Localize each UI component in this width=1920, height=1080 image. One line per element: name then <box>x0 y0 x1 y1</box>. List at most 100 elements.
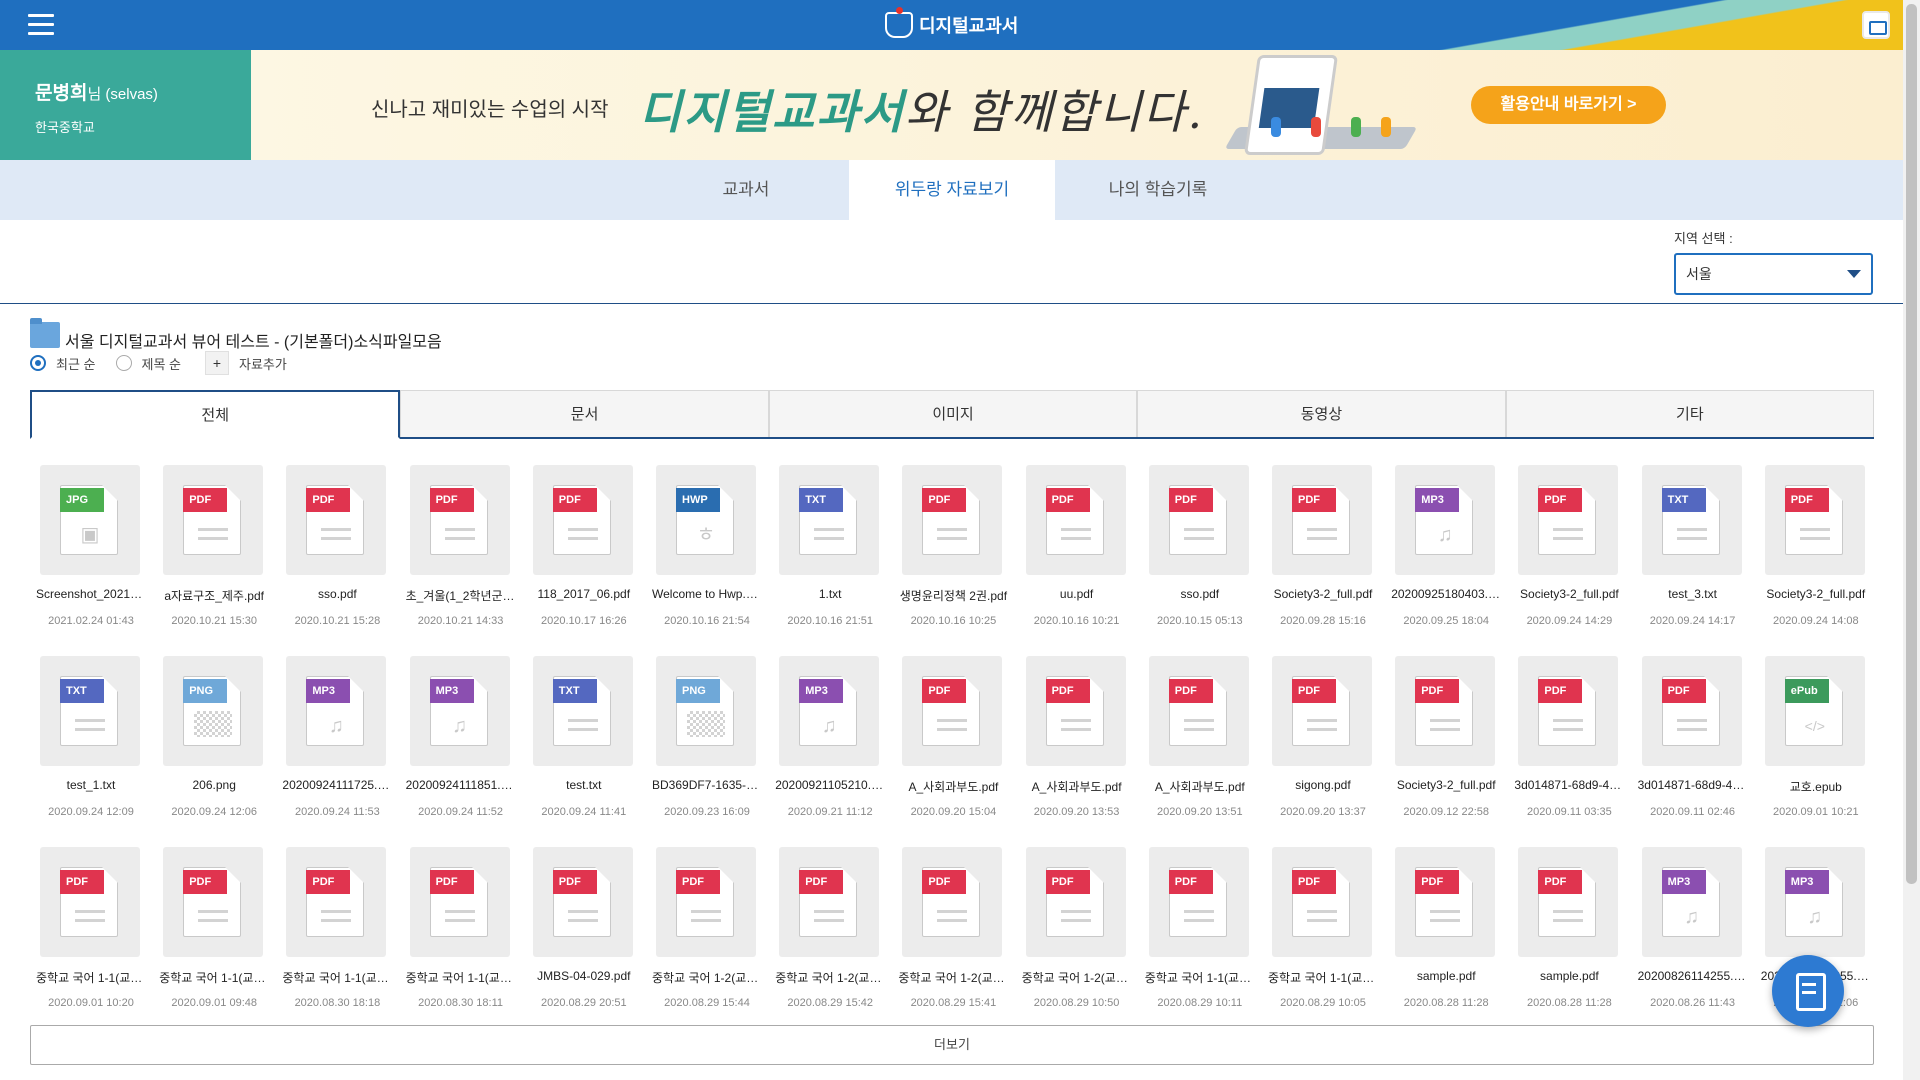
category-tab-video[interactable]: 동영상 <box>1137 390 1506 437</box>
file-item[interactable]: PDF 중학교 국어 1-1(교사용).pdf 2020.08.29 10:11 <box>1139 847 1261 1019</box>
file-pdf-icon: PDF <box>306 867 365 937</box>
category-tab-all[interactable]: 전체 <box>30 390 401 439</box>
viewer-app-icon[interactable] <box>1862 11 1890 39</box>
load-more-button[interactable]: 더보기 <box>30 1025 1874 1065</box>
file-item[interactable]: PDF 중학교 국어 1-1(교사용).pdf 2020.08.30 18:11 <box>400 847 522 1019</box>
file-thumbnail: PDF <box>1272 656 1372 766</box>
book-viewer-icon[interactable] <box>1772 955 1844 1027</box>
file-thumbnail: PDF <box>1641 656 1742 766</box>
file-item[interactable]: PDF 초_겨울(1_2학년군).pdf 2020.10.21 14:33 <box>400 465 522 637</box>
file-pdf-icon: PDF <box>1538 676 1597 746</box>
app-logo[interactable]: 디지털교과서 <box>885 7 1018 40</box>
file-item[interactable]: PDF sso.pdf 2020.10.15 05:13 <box>1139 465 1261 637</box>
file-glyph: ♫ <box>1437 524 1453 546</box>
file-glyph <box>198 910 229 922</box>
file-name: sample.pdf <box>1540 969 1599 983</box>
file-thumbnail: PDF <box>1148 847 1249 957</box>
sort-recent-label[interactable]: 최근 순 <box>56 354 96 373</box>
file-item[interactable]: TXT test_1.txt 2020.09.24 12:09 <box>30 656 152 828</box>
file-name: 중학교 국어 1-1(교사용).pdf <box>1144 971 1261 985</box>
file-item[interactable]: PDF a자료구조_제주.pdf 2020.10.21 15:30 <box>153 465 275 637</box>
file-item[interactable]: PDF 중학교 국어 1-1(교사용).pdf 2020.09.01 10:20 <box>30 847 152 1019</box>
file-item[interactable]: MP3 ♫ 20200924111851.mp3 2020.09.24 11:52 <box>400 656 522 828</box>
tab-learning-record[interactable]: 나의 학습기록 <box>1055 160 1261 220</box>
file-item[interactable]: PDF 3d014871-68d9-4b.pdf 2020.09.11 03:35 <box>1508 656 1630 828</box>
scrollbar[interactable] <box>1903 0 1920 1080</box>
file-item[interactable]: TXT 1.txt 2020.10.16 21:51 <box>769 465 891 637</box>
file-item[interactable]: PDF 중학교 국어 1-2(교사용).pdf 2020.08.29 15:44 <box>646 847 768 1019</box>
file-thumbnail: TXT <box>40 656 140 766</box>
file-item[interactable]: PDF Society3-2_full.pdf 2020.09.12 22:58 <box>1385 656 1507 828</box>
file-item[interactable]: PDF A_사회과부도.pdf 2020.09.20 13:53 <box>1016 656 1138 828</box>
file-item[interactable]: PDF 중학교 국어 1-1(교사용).pdf 2020.08.30 18:18 <box>276 847 398 1019</box>
file-item[interactable]: TXT test_3.txt 2020.09.24 14:17 <box>1632 465 1754 637</box>
file-item[interactable]: PDF sample.pdf 2020.08.28 11:28 <box>1385 847 1507 1019</box>
file-thumbnail: TXT <box>779 465 880 575</box>
file-item[interactable]: PDF JMBS-04-029.pdf 2020.08.29 20:51 <box>523 847 645 1019</box>
category-tab-etc[interactable]: 기타 <box>1505 390 1875 437</box>
file-item[interactable]: PDF Society3-2_full.pdf 2020.09.24 14:08 <box>1755 465 1877 637</box>
file-item[interactable]: MP3 ♫ 20200924111725.mp3 2020.09.24 11:53 <box>276 656 398 828</box>
file-epub-icon: ePub </> <box>1784 676 1843 746</box>
usage-guide-button[interactable]: 활용안내 바로가기 > <box>1471 86 1666 124</box>
file-item[interactable]: PDF uu.pdf 2020.10.16 10:21 <box>1016 465 1138 637</box>
file-glyph <box>1430 910 1461 922</box>
hamburger-menu-icon[interactable] <box>28 14 54 36</box>
file-item[interactable]: PDF Society3-2_full.pdf 2020.09.24 14:29 <box>1508 465 1630 637</box>
file-item[interactable]: ePub </> 교호.epub 2020.09.01 10:21 <box>1755 656 1877 828</box>
add-material-button[interactable]: + <box>205 351 229 375</box>
logo-icon <box>885 7 913 38</box>
file-type-tag: PDF <box>1168 679 1213 703</box>
file-date: 2020.08.29 20:51 <box>540 997 627 1009</box>
user-name: 문병희 <box>35 83 88 104</box>
file-item[interactable]: PDF sample.pdf 2020.08.28 11:28 <box>1508 847 1630 1019</box>
file-date: 2020.08.30 18:18 <box>294 997 381 1009</box>
file-date: 2020.09.20 13:53 <box>1033 806 1120 818</box>
region-select[interactable]: 서울 <box>1674 253 1873 295</box>
file-pdf-icon: PDF <box>1784 485 1843 555</box>
file-item[interactable]: PDF A_사회과부도.pdf 2020.09.20 13:51 <box>1139 656 1261 828</box>
file-name: 20200826114255.mp3 <box>1637 969 1754 983</box>
sort-recent-radio[interactable] <box>30 355 46 371</box>
kid-figure <box>1381 117 1391 137</box>
sort-title-label[interactable]: 제목 순 <box>142 354 182 373</box>
file-item[interactable]: PDF 중학교 국어 1-1(교사용).pdf 2020.09.01 09:48 <box>153 847 275 1019</box>
file-glyph <box>75 719 105 731</box>
file-item[interactable]: PDF 118_2017_06.pdf 2020.10.17 16:26 <box>523 465 645 637</box>
category-tab-document[interactable]: 문서 <box>400 390 769 437</box>
file-item[interactable]: PDF 중학교 국어 1-1(교사용).pdf 2020.08.29 10:05 <box>1262 847 1384 1019</box>
tab-widurang[interactable]: 위두랑 자료보기 <box>849 160 1055 220</box>
file-item[interactable]: MP3 ♫ 20200925180403.mp3 2020.09.25 18:04 <box>1385 465 1507 637</box>
file-glyph <box>1307 910 1337 922</box>
file-item[interactable]: PDF 생명윤리정책 2권.pdf 2020.10.16 10:25 <box>892 465 1014 637</box>
file-item[interactable]: MP3 ♫ 20200921105210.mp3 2020.09.21 11:12 <box>769 656 891 828</box>
file-item[interactable]: TXT test.txt 2020.09.24 11:41 <box>523 656 645 828</box>
file-item[interactable]: PDF 3d014871-68d9-4b.pdf 2020.09.11 02:46 <box>1632 656 1754 828</box>
scrollbar-thumb[interactable] <box>1906 4 1917 884</box>
file-item[interactable]: PDF 중학교 국어 1-2(교사용).pdf 2020.08.29 10:50 <box>1016 847 1138 1019</box>
file-name: 초_겨울(1_2학년군).pdf <box>405 589 522 603</box>
file-glyph: </> <box>1804 718 1825 734</box>
file-date: 2020.09.24 14:29 <box>1526 615 1613 627</box>
file-item[interactable]: MP3 ♫ 20200826114255.mp3 2020.08.26 11:43 <box>1632 847 1754 1019</box>
file-item[interactable]: PDF 중학교 국어 1-2(교사용).pdf 2020.08.29 15:42 <box>769 847 891 1019</box>
file-item[interactable]: PDF Society3-2_full.pdf 2020.09.28 15:16 <box>1262 465 1384 637</box>
file-item[interactable]: PDF 중학교 국어 1-2(교사용).pdf 2020.08.29 15:41 <box>892 847 1014 1019</box>
sort-title-radio[interactable] <box>115 355 132 371</box>
file-item[interactable]: PNG 206.png 2020.09.24 12:06 <box>153 656 275 828</box>
file-item[interactable]: PDF sigong.pdf 2020.09.20 13:37 <box>1262 656 1384 828</box>
file-date: 2020.08.29 15:44 <box>664 997 750 1009</box>
file-pdf-icon: PDF <box>1415 867 1474 937</box>
file-name: 중학교 국어 1-2(교사용).pdf <box>898 971 1015 985</box>
user-name-line: 문병희님 (selvas) <box>35 78 251 105</box>
add-material-label[interactable]: 자료추가 <box>239 354 287 373</box>
file-item[interactable]: HWP ㅎ Welcome to Hwp.hwp 2020.10.16 21:54 <box>646 465 768 637</box>
file-item[interactable]: JPG ▣ Screenshot_2021-02-24 2021.02.24 01:4… <box>30 465 152 637</box>
file-item[interactable]: PDF sso.pdf 2020.10.21 15:28 <box>276 465 398 637</box>
file-item[interactable]: PDF A_사회과부도.pdf 2020.09.20 15:04 <box>892 656 1014 828</box>
file-date: 2020.09.24 11:53 <box>294 806 380 818</box>
file-item[interactable]: PNG BD369DF7-1635-4A.png 2020.09.23 16:09 <box>646 656 768 828</box>
category-tab-image[interactable]: 이미지 <box>768 390 1138 437</box>
file-type-tag: PDF <box>922 870 967 894</box>
tab-textbook[interactable]: 교과서 <box>643 160 849 220</box>
